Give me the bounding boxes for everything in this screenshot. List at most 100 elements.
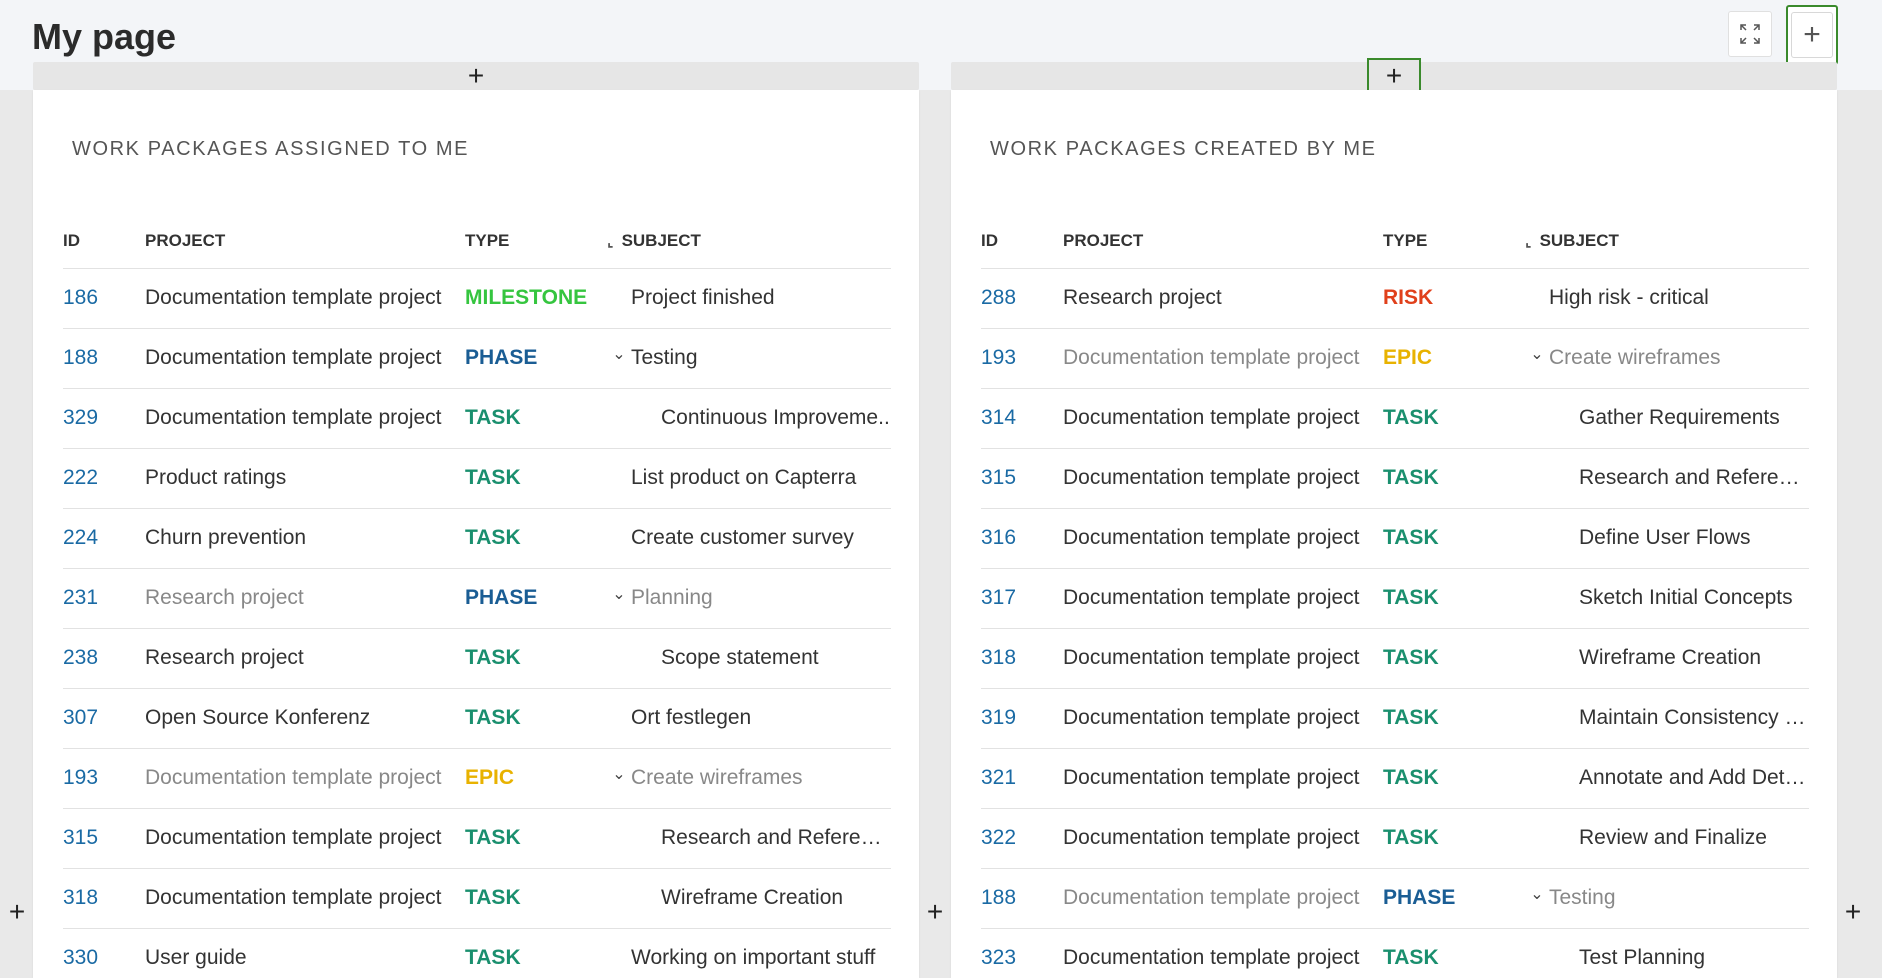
work-package-id-link[interactable]: 315 [63, 807, 145, 868]
add-column-button-left[interactable]: + [2, 896, 32, 928]
table-row[interactable]: 317 Documentation template project TASK Ske… [981, 567, 1809, 628]
subject-link[interactable]: Create customer survey [631, 526, 854, 549]
work-package-id-link[interactable]: 288 [981, 267, 1063, 328]
subject-link[interactable]: Research and Reference [661, 826, 891, 849]
chevron-down-icon[interactable]: ⌄ [607, 584, 631, 604]
table-row[interactable]: 330 User guide TASK Working on important st… [63, 927, 891, 978]
chevron-down-icon[interactable]: ⌄ [607, 344, 631, 364]
column-header-id[interactable]: ID [981, 214, 1063, 268]
work-package-id-link[interactable]: 231 [63, 567, 145, 628]
work-package-id-link[interactable]: 329 [63, 387, 145, 448]
subject-link[interactable]: Working on important stuff [631, 946, 875, 969]
subject-link[interactable]: Scope statement [661, 646, 819, 669]
work-package-id-link[interactable]: 319 [981, 687, 1063, 748]
table-row[interactable]: 188 Documentation template project PHASE ⌄ T… [63, 327, 891, 388]
table-row[interactable]: 186 Documentation template project MILESTO… [63, 267, 891, 328]
table-row[interactable]: 316 Documentation template project TASK Def… [981, 507, 1809, 568]
subject-link[interactable]: Testing [631, 346, 698, 369]
subject-link[interactable]: Research and Reference [1579, 466, 1809, 489]
subject-link[interactable]: Sketch Initial Concepts [1579, 586, 1793, 609]
column-header-id[interactable]: ID [63, 214, 145, 268]
subject-link[interactable]: Wireframe Creation [1579, 646, 1761, 669]
subject-link[interactable]: List product on Capterra [631, 466, 856, 489]
hierarchy-icon[interactable]: ⌞ [607, 233, 614, 249]
table-row[interactable]: 329 Documentation template project TASK Con… [63, 387, 891, 448]
table-row[interactable]: 224 Churn prevention TASK Create customer s… [63, 507, 891, 568]
work-package-id-link[interactable]: 193 [63, 747, 145, 808]
table-row[interactable]: 315 Documentation template project TASK Res… [981, 447, 1809, 508]
subject-link[interactable]: Annotate and Add Details [1579, 766, 1809, 789]
subject-link[interactable]: Testing [1549, 886, 1616, 909]
add-row-button-right[interactable]: + [951, 58, 1837, 94]
plus-icon: + [1844, 896, 1862, 927]
work-package-id-link[interactable]: 321 [981, 747, 1063, 808]
table-row[interactable]: 318 Documentation template project TASK Wir… [63, 867, 891, 928]
table-row[interactable]: 322 Documentation template project TASK Rev… [981, 807, 1809, 868]
work-package-id-link[interactable]: 318 [981, 627, 1063, 688]
table-row[interactable]: 222 Product ratings TASK List product on Ca… [63, 447, 891, 508]
subject-link[interactable]: High risk - critical [1549, 286, 1709, 309]
table-row[interactable]: 321 Documentation template project TASK Ann… [981, 747, 1809, 808]
fullscreen-button[interactable] [1728, 11, 1772, 57]
subject-link[interactable]: Create wireframes [631, 766, 803, 789]
project-cell: Documentation template project [145, 267, 465, 328]
subject-link[interactable]: Gather Requirements [1579, 406, 1780, 429]
subject-link[interactable]: Planning [631, 586, 713, 609]
table-row[interactable]: 193 Documentation template project EPIC ⌄ Cr… [981, 327, 1809, 388]
column-header-subject[interactable]: ⌞ SUBJECT [1525, 214, 1809, 268]
type-cell: TASK [465, 927, 607, 978]
add-row-button-left[interactable]: + [33, 60, 919, 91]
work-package-id-link[interactable]: 193 [981, 327, 1063, 388]
work-package-id-link[interactable]: 238 [63, 627, 145, 688]
column-header-project[interactable]: PROJECT [1063, 214, 1383, 268]
subject-link[interactable]: Project finished [631, 286, 775, 309]
table-row[interactable]: 315 Documentation template project TASK Res… [63, 807, 891, 868]
subject-cell: Research and Reference [1525, 447, 1809, 508]
add-column-button-middle[interactable]: + [920, 896, 950, 928]
work-package-id-link[interactable]: 224 [63, 507, 145, 568]
column-header-subject[interactable]: ⌞ SUBJECT [607, 214, 891, 268]
chevron-down-icon[interactable]: ⌄ [607, 764, 631, 784]
work-package-id-link[interactable]: 188 [63, 327, 145, 388]
work-package-id-link[interactable]: 322 [981, 807, 1063, 868]
work-package-id-link[interactable]: 222 [63, 447, 145, 508]
work-package-id-link[interactable]: 330 [63, 927, 145, 978]
table-row[interactable]: 288 Research project RISK High risk - criti… [981, 267, 1809, 328]
column-header-type[interactable]: TYPE [1383, 214, 1525, 268]
plus-icon: + [926, 896, 944, 927]
work-package-id-link[interactable]: 186 [63, 267, 145, 328]
table-row[interactable]: 231 Research project PHASE ⌄ Planning [63, 567, 891, 628]
subject-link[interactable]: Define User Flows [1579, 526, 1751, 549]
subject-link[interactable]: Maintain Consistency and [1579, 706, 1809, 729]
work-package-id-link[interactable]: 323 [981, 927, 1063, 978]
table-row[interactable]: 188 Documentation template project PHASE ⌄ T… [981, 867, 1809, 928]
work-package-id-link[interactable]: 318 [63, 867, 145, 928]
work-package-id-link[interactable]: 317 [981, 567, 1063, 628]
subject-link[interactable]: Ort festlegen [631, 706, 751, 729]
work-package-id-link[interactable]: 316 [981, 507, 1063, 568]
chevron-down-icon[interactable]: ⌄ [1525, 344, 1549, 364]
work-package-id-link[interactable]: 315 [981, 447, 1063, 508]
table-row[interactable]: 193 Documentation template project EPIC ⌄ Cr… [63, 747, 891, 808]
subject-link[interactable]: Review and Finalize [1579, 826, 1767, 849]
table-row[interactable]: 238 Research project TASK Scope statement [63, 627, 891, 688]
table-row[interactable]: 318 Documentation template project TASK Wir… [981, 627, 1809, 688]
project-cell: Documentation template project [1063, 807, 1383, 868]
subject-link[interactable]: Wireframe Creation [661, 886, 843, 909]
table-row[interactable]: 319 Documentation template project TASK Mai… [981, 687, 1809, 748]
chevron-down-icon[interactable]: ⌄ [1525, 884, 1549, 904]
subject-link[interactable]: Create wireframes [1549, 346, 1721, 369]
table-row[interactable]: 314 Documentation template project TASK Gat… [981, 387, 1809, 448]
add-column-button-right[interactable]: + [1838, 896, 1868, 928]
work-package-id-link[interactable]: 188 [981, 867, 1063, 928]
subject-link[interactable]: Continuous Improveme.. [661, 406, 890, 429]
subject-link[interactable]: Test Planning [1579, 946, 1705, 969]
work-package-id-link[interactable]: 314 [981, 387, 1063, 448]
column-header-type[interactable]: TYPE [465, 214, 607, 268]
column-header-project[interactable]: PROJECT [145, 214, 465, 268]
add-widget-button[interactable]: + [1786, 5, 1838, 65]
hierarchy-icon[interactable]: ⌞ [1525, 233, 1532, 249]
table-row[interactable]: 323 Documentation template project TASK Tes… [981, 927, 1809, 978]
table-row[interactable]: 307 Open Source Konferenz TASK Ort festlege… [63, 687, 891, 748]
work-package-id-link[interactable]: 307 [63, 687, 145, 748]
